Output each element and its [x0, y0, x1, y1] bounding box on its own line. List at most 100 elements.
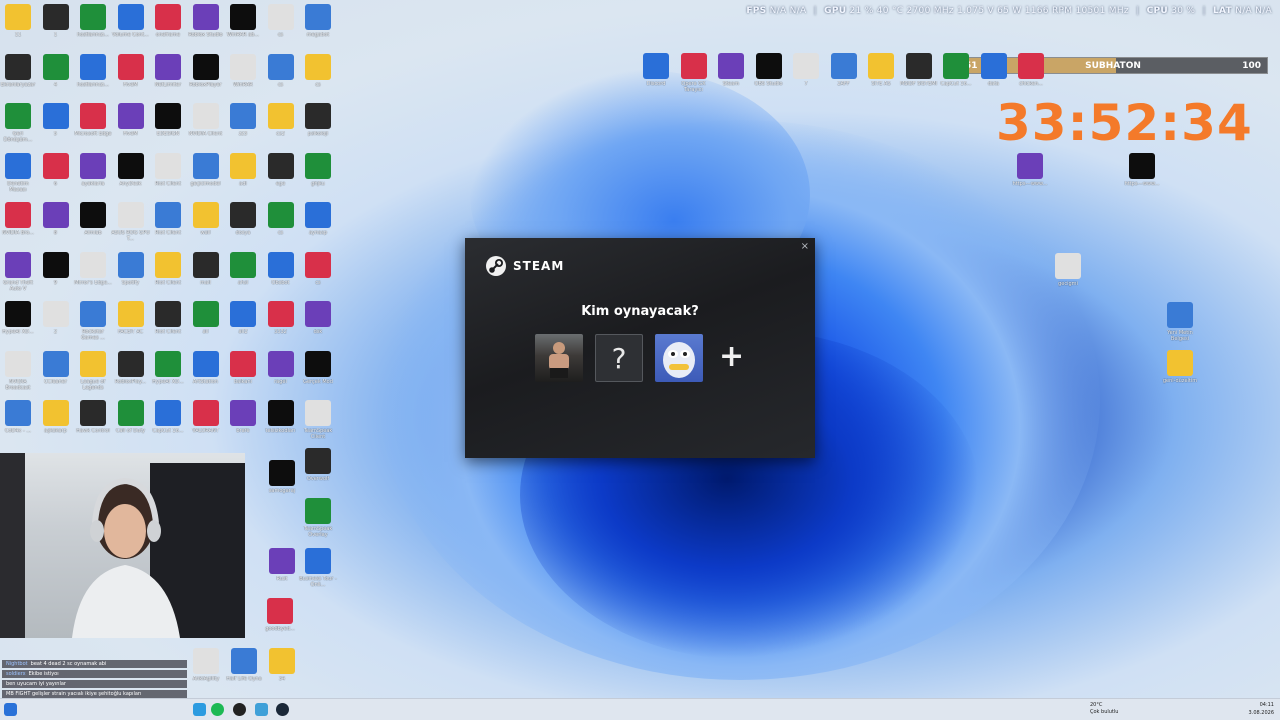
- desktop-icon[interactable]: Rust: [262, 548, 302, 588]
- desktop-icon[interactable]: 34: [262, 648, 302, 688]
- desktop-icon[interactable]: Riot Client: [148, 202, 188, 242]
- desktop-icon[interactable]: genl-düzeltim: [1160, 350, 1200, 390]
- desktop-icon[interactable]: oneframe: [148, 4, 188, 44]
- desktop-icon[interactable]: Overwolf: [298, 448, 338, 488]
- desktop-icon[interactable]: CCleaner: [36, 350, 76, 391]
- desktop-icon[interactable]: RobloxPlay...: [111, 350, 151, 391]
- desktop-icon[interactable]: megabot: [298, 4, 338, 44]
- desktop-icon[interactable]: geçicimodel: [186, 152, 226, 193]
- desktop-icon[interactable]: samogaraj: [262, 460, 302, 500]
- desktop-icon[interactable]: AnkiAgility: [186, 648, 226, 688]
- desktop-icon[interactable]: brafe: [223, 400, 263, 440]
- desktop-icon[interactable]: Discord: [636, 53, 676, 93]
- desktop-icon[interactable]: NVIDIA Broadcast: [0, 350, 38, 391]
- desktop-icon[interactable]: chicken...: [1011, 53, 1051, 93]
- desktop-icon[interactable]: cs: [261, 4, 301, 44]
- desktop-icon[interactable]: Rockstar Games ...: [73, 301, 113, 341]
- desktop-icon[interactable]: cs: [261, 202, 301, 242]
- desktop-icon[interactable]: MSIDF SİSTEMİ: [899, 53, 939, 93]
- desktop-icon[interactable]: zz3: [223, 103, 263, 143]
- desktop-icon[interactable]: mail: [186, 251, 226, 292]
- desktop-icon[interactable]: Steam: [711, 53, 751, 93]
- desktop-icon[interactable]: ArtStation: [186, 350, 226, 391]
- desktop-icon[interactable]: ghjku: [298, 152, 338, 193]
- desktop-icon[interactable]: gecigmi: [1048, 253, 1088, 293]
- desktop-icon[interactable]: CapCut 16...: [148, 400, 188, 440]
- desktop-icon[interactable]: cs: [298, 53, 338, 94]
- desktop-icon[interactable]: Obsbot: [261, 251, 301, 292]
- desktop-icon[interactable]: goodbyed...: [260, 598, 300, 638]
- desktop-icon[interactable]: WinRAR ab...: [223, 4, 263, 44]
- add-account-button[interactable]: +: [719, 342, 744, 372]
- desktop-icon[interactable]: data: [974, 53, 1014, 93]
- desktop-icon[interactable]: Volume Cont...: [111, 4, 151, 44]
- desktop-icon[interactable]: RobloxPlayer: [186, 53, 226, 94]
- desktop-icon[interactable]: https---www...: [1122, 153, 1162, 193]
- desktop-icon[interactable]: League of Legends: [73, 350, 113, 391]
- desktop-icon[interactable]: Riot Client: [148, 301, 188, 341]
- desktop-icon[interactable]: Aimlab: [73, 202, 113, 242]
- profile-unknown-avatar[interactable]: ?: [595, 334, 643, 382]
- desktop-icon[interactable]: Riot Client: [148, 251, 188, 292]
- desktop-icon[interactable]: 3332: [261, 301, 301, 341]
- desktop-icon[interactable]: cs: [298, 251, 338, 292]
- desktop-icon[interactable]: OBS Studio: [749, 53, 789, 93]
- clock[interactable]: 04:11 3.08.2026: [1249, 701, 1274, 717]
- desktop-icon[interactable]: CoD4x - ...: [0, 400, 38, 440]
- desktop-icon[interactable]: SİTE AS: [861, 53, 901, 93]
- desktop-icon[interactable]: balkani: [223, 350, 263, 391]
- desktop-icon[interactable]: VALORANT: [186, 400, 226, 440]
- files-taskbar-icon[interactable]: [255, 703, 268, 716]
- desktop-icon[interactable]: Hawk Control: [73, 400, 113, 440]
- desktop-icon[interactable]: Riot Client: [148, 152, 188, 193]
- desktop-icon[interactable]: NVIDIA Client: [186, 103, 226, 143]
- desktop-icon[interactable]: 11: [0, 4, 38, 44]
- desktop-icon[interactable]: TeamSpeak Overlay: [298, 498, 338, 538]
- desktop-icon[interactable]: Ekranlaryazar: [0, 53, 38, 94]
- desktop-icon[interactable]: adi: [223, 152, 263, 193]
- desktop-icon[interactable]: Microsoft Edge: [73, 103, 113, 143]
- desktop-icon[interactable]: 4: [36, 53, 76, 94]
- desktop-icon[interactable]: all2: [223, 301, 263, 341]
- desktop-icon[interactable]: 6: [36, 152, 76, 193]
- desktop-icon[interactable]: telsizkodları: [261, 400, 301, 440]
- desktop-icon[interactable]: dsk: [298, 301, 338, 341]
- desktop-icon[interactable]: 1: [36, 4, 76, 44]
- weather-widget[interactable]: 20°C Çok bulutlu: [1090, 702, 1118, 716]
- desktop-icon[interactable]: https---www...: [1010, 153, 1050, 193]
- desktop-icon[interactable]: cs: [261, 53, 301, 94]
- desktop-icon[interactable]: 9: [36, 251, 76, 292]
- desktop-icon[interactable]: ASUS ROG GPU T...: [111, 202, 151, 242]
- desktop-icon[interactable]: NetLimiter: [148, 53, 188, 94]
- desktop-icon[interactable]: Denetim Masası: [0, 152, 38, 193]
- desktop-icon[interactable]: Roblox Studio: [186, 4, 226, 44]
- profile-yeti-avatar[interactable]: [655, 334, 703, 382]
- close-icon[interactable]: ×: [801, 241, 809, 252]
- desktop-icon[interactable]: Business Tour - Onli...: [298, 548, 338, 588]
- steam-taskbar-icon[interactable]: [276, 703, 289, 716]
- desktop-icon[interactable]: ragel: [261, 350, 301, 391]
- obs-taskbar-icon[interactable]: [233, 703, 246, 716]
- desktop-icon[interactable]: 7: [786, 53, 826, 93]
- desktop-icon[interactable]: 2AFF: [824, 53, 864, 93]
- desktop-icon[interactable]: Yeni Metin Belgesi: [1160, 302, 1200, 342]
- desktop-icon[interactable]: 8: [36, 202, 76, 242]
- desktop-icon[interactable]: NVIDIA Bro...: [0, 202, 38, 242]
- desktop-icon[interactable]: Half Life Oyna: [224, 648, 264, 688]
- spotify-taskbar-icon[interactable]: [211, 703, 224, 716]
- desktop-icon[interactable]: aynasp: [298, 202, 338, 242]
- desktop-icon[interactable]: FiveM: [111, 103, 151, 143]
- desktop-icon[interactable]: 2: [36, 301, 76, 341]
- desktop-icon[interactable]: TeamSpeak Client: [298, 400, 338, 440]
- desktop-icon[interactable]: Call of Duty: [111, 400, 151, 440]
- desktop-icon[interactable]: cs2: [261, 103, 301, 143]
- desktop-icon[interactable]: Spotify: [111, 251, 151, 292]
- start-icon[interactable]: [4, 703, 17, 716]
- desktop-icon[interactable]: Gerçek Mod: [298, 350, 338, 391]
- desktop-icon[interactable]: hostlarınızı...: [73, 4, 113, 44]
- desktop-icon[interactable]: 5: [36, 103, 76, 143]
- desktop-icon[interactable]: psikoloji: [298, 103, 338, 143]
- profile-fighter-avatar[interactable]: [535, 334, 583, 382]
- desktop-icon[interactable]: Mirror's Edge...: [73, 251, 113, 292]
- desktop-icon[interactable]: ayaklaria: [73, 152, 113, 193]
